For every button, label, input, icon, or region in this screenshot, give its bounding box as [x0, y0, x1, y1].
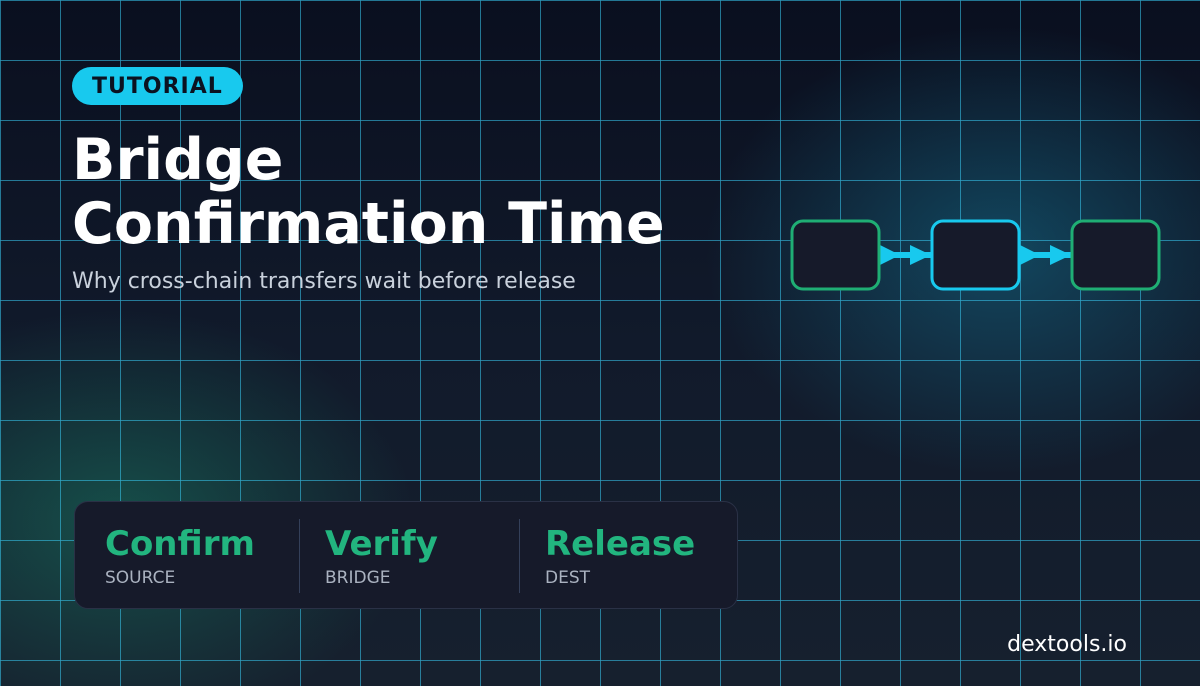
tutorial-badge: TUTORIAL	[72, 67, 243, 105]
stat-source: Confirm SOURCE	[75, 502, 299, 608]
stat-value: Verify	[325, 524, 438, 564]
stat-label: DEST	[545, 568, 591, 588]
stat-destination: Release DEST	[515, 502, 739, 608]
stat-label: BRIDGE	[325, 568, 391, 588]
page-title: Bridge Confirmation Time	[72, 128, 665, 256]
title-line-2: Confirmation Time	[72, 191, 665, 257]
stat-bridge: Verify BRIDGE	[295, 502, 519, 608]
subtitle: Why cross-chain transfers wait before re…	[72, 269, 576, 294]
stat-value: Confirm	[105, 524, 255, 564]
title-line-1: Bridge	[72, 127, 284, 193]
stat-value: Release	[545, 524, 696, 564]
brand-link[interactable]: dextools.io	[1007, 630, 1127, 660]
stat-label: SOURCE	[105, 568, 176, 588]
stats-panel: Confirm SOURCE Verify BRIDGE Release DES…	[74, 501, 738, 609]
